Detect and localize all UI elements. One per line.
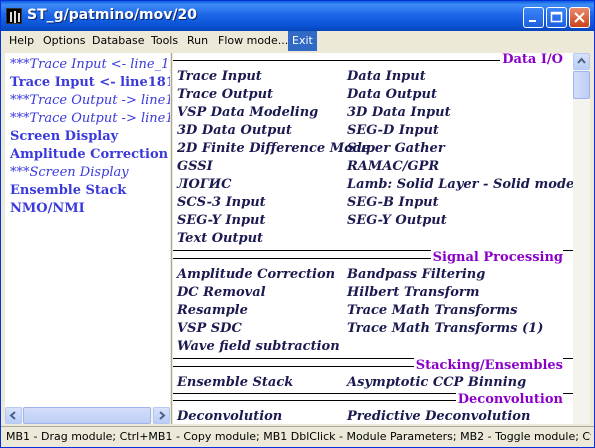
- scroll-left-button[interactable]: [5, 407, 22, 424]
- scroll-up-button[interactable]: [573, 53, 590, 70]
- section-rule: [173, 258, 443, 259]
- menu-database[interactable]: Database: [88, 31, 149, 51]
- module-item[interactable]: Trace Math Transforms: [347, 303, 517, 318]
- catalog-vertical-scrollbar[interactable]: [573, 53, 590, 424]
- module-item[interactable]: Amplitude Correction: [177, 267, 335, 282]
- flow-item[interactable]: ***Screen Display: [10, 164, 129, 182]
- arrow-left-icon: [9, 411, 16, 420]
- module-item[interactable]: SEG-B Input: [347, 195, 439, 210]
- module-item[interactable]: VSP SDC: [177, 321, 242, 336]
- module-item[interactable]: Lamb: Solid Layer - Solid modeling: [347, 177, 573, 192]
- module-item[interactable]: Hilbert Transform: [347, 285, 480, 300]
- module-item[interactable]: SEG-Y Input: [177, 213, 266, 228]
- section-title-stacking-ensembles: Stacking/Ensembles: [413, 358, 563, 373]
- title-bar[interactable]: ST_g/patmino/mov/20: [1, 1, 594, 31]
- module-item[interactable]: ЛОГИС: [177, 177, 231, 192]
- section-rule: [173, 60, 503, 61]
- module-item[interactable]: Text Output: [177, 231, 263, 246]
- module-item[interactable]: Trace Math Transforms (1): [347, 321, 543, 336]
- flow-item[interactable]: Screen Display: [10, 128, 118, 146]
- section-rule: [173, 366, 433, 367]
- module-item[interactable]: VSP Data Modeling: [177, 105, 318, 120]
- minimize-button[interactable]: [523, 7, 544, 28]
- flow-item[interactable]: ***Trace Output -> line1: [10, 110, 170, 128]
- app-icon: [6, 8, 22, 24]
- menu-exit[interactable]: Exit: [288, 31, 317, 51]
- module-item[interactable]: Bandpass Filtering: [347, 267, 485, 282]
- flow-horizontal-scrollbar[interactable]: [5, 407, 170, 424]
- module-item[interactable]: Deconvolution: [177, 409, 282, 424]
- app-window: ST_g/patmino/mov/20 Help Options Databas…: [0, 0, 595, 448]
- flow-item[interactable]: Trace Input <- line181-20: [10, 74, 170, 92]
- section-rule: [173, 400, 463, 401]
- module-item[interactable]: Predictive Deconvolution: [347, 409, 530, 424]
- close-button[interactable]: [569, 7, 590, 28]
- flow-item[interactable]: Amplitude Correction: [10, 146, 168, 164]
- arrow-up-icon: [577, 57, 586, 64]
- menu-help[interactable]: Help: [5, 31, 38, 51]
- module-item[interactable]: Wave field subtraction: [177, 339, 340, 354]
- scroll-right-button[interactable]: [153, 407, 170, 424]
- section-title-signal-processing: Signal Processing: [430, 250, 563, 265]
- module-item[interactable]: SEG-Y Output: [347, 213, 447, 228]
- close-icon: [574, 12, 585, 23]
- module-item[interactable]: SEG-D Input: [347, 123, 439, 138]
- module-item[interactable]: Resample: [177, 303, 248, 318]
- module-item[interactable]: 3D Data Output: [177, 123, 292, 138]
- status-text: MB1 - Drag module; Ctrl+MB1 - Copy modul…: [6, 430, 591, 443]
- module-item[interactable]: 3D Data Input: [347, 105, 451, 120]
- section-title-data-io: Data I/O: [500, 53, 563, 67]
- menu-run[interactable]: Run: [183, 31, 212, 51]
- module-item[interactable]: SCS-3 Input: [177, 195, 266, 210]
- module-item[interactable]: Asymptotic CCP Binning: [347, 375, 526, 390]
- menu-options[interactable]: Options: [39, 31, 89, 51]
- menu-bar: Help Options Database Tools Run Flow mod…: [1, 31, 594, 51]
- flow-item[interactable]: NMO/NMI: [10, 200, 85, 218]
- scroll-thumb[interactable]: [573, 71, 590, 99]
- menu-tools[interactable]: Tools: [147, 31, 182, 51]
- scroll-thumb[interactable]: [23, 407, 151, 424]
- maximize-button[interactable]: [546, 7, 567, 28]
- status-bar: MB1 - Drag module; Ctrl+MB1 - Copy modul…: [1, 426, 594, 447]
- module-item[interactable]: Ensemble Stack: [177, 375, 293, 390]
- flow-item[interactable]: ***Trace Output -> line1: [10, 92, 170, 110]
- module-item[interactable]: DC Removal: [177, 285, 266, 300]
- arrow-right-icon: [159, 411, 166, 420]
- module-item[interactable]: 2D Finite Difference Mode: [177, 141, 370, 156]
- module-item[interactable]: Super Gather: [347, 141, 445, 156]
- module-item[interactable]: Data Output: [347, 87, 437, 102]
- module-item[interactable]: Trace Input: [177, 69, 262, 84]
- section-title-deconvolution: Deconvolution: [455, 392, 563, 407]
- module-item[interactable]: Data Input: [347, 69, 426, 84]
- module-item[interactable]: GSSI: [177, 159, 213, 174]
- module-item[interactable]: RAMAC/GPR: [347, 159, 439, 174]
- flow-item[interactable]: ***Trace Input <- line_1_: [10, 56, 170, 74]
- menu-flow-mode[interactable]: Flow mode...: [214, 31, 292, 51]
- minimize-icon: [529, 20, 536, 22]
- flow-item[interactable]: Ensemble Stack: [10, 182, 126, 200]
- module-item[interactable]: Trace Output: [177, 87, 273, 102]
- maximize-icon: [550, 11, 563, 23]
- module-catalog: Data I/O Trace Input Data Input Trace Ou…: [173, 53, 573, 424]
- flow-panel[interactable]: ***Trace Input <- line_1_ Trace Input <-…: [5, 53, 170, 407]
- window-title: ST_g/patmino/mov/20: [27, 7, 197, 23]
